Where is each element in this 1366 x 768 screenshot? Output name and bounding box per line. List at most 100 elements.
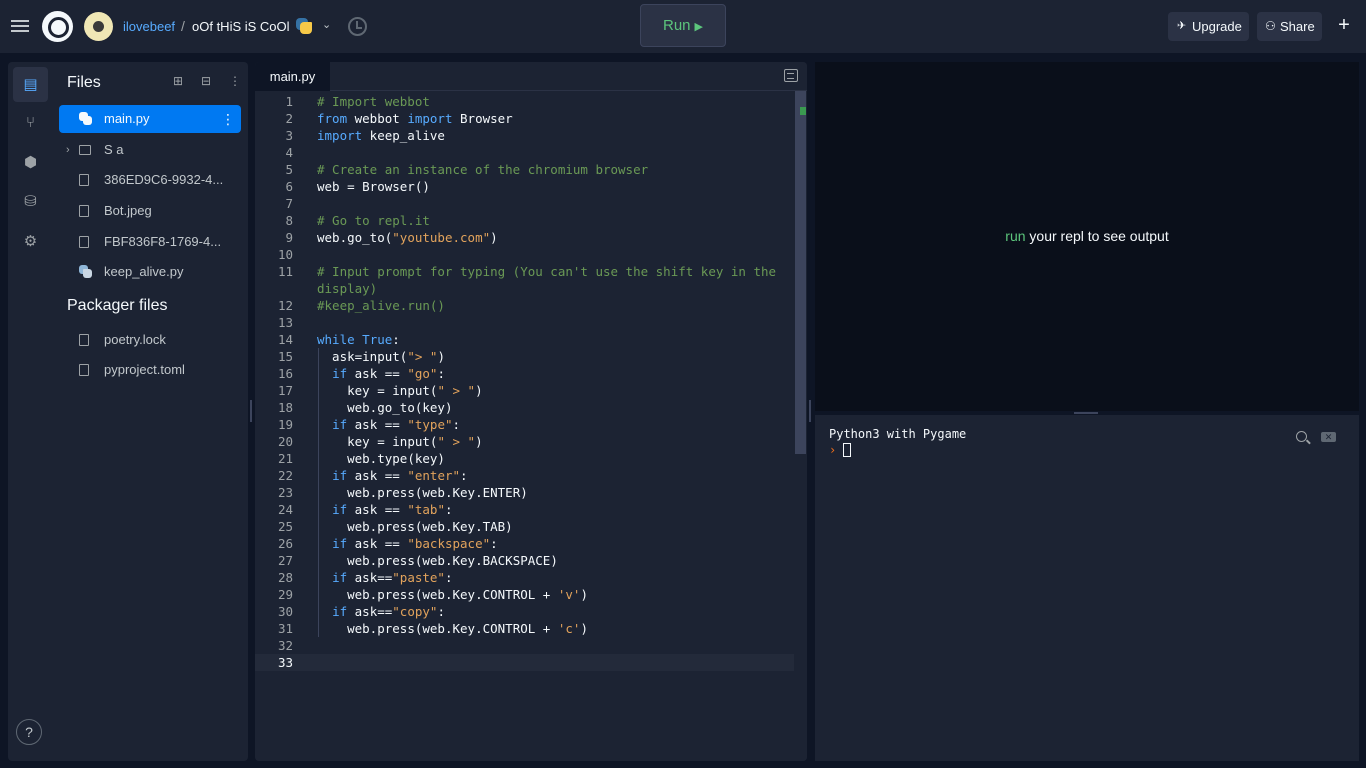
code-text: web = Browser() bbox=[317, 179, 430, 194]
more-options-icon[interactable]: ⋮ bbox=[229, 74, 241, 88]
line-number: 33 bbox=[277, 655, 293, 670]
change-marker bbox=[800, 107, 806, 115]
code-text: web.press(web.Key.ENTER) bbox=[317, 485, 528, 500]
line-number: 1 bbox=[285, 94, 293, 109]
code-line[interactable]: 12 #keep_alive.run() bbox=[255, 297, 795, 314]
code-line[interactable]: 17 key = input(" > ") bbox=[255, 382, 795, 399]
code-line[interactable]: 33 bbox=[255, 654, 795, 671]
code-line[interactable]: 13 bbox=[255, 314, 795, 331]
sidebar-resize-handle[interactable] bbox=[250, 400, 252, 422]
user-avatar[interactable] bbox=[84, 12, 113, 41]
rocket-icon: ✈ bbox=[1177, 20, 1187, 32]
line-number: 21 bbox=[277, 451, 293, 466]
packager-file-item[interactable]: poetry.lock bbox=[59, 326, 241, 354]
clear-console-icon[interactable]: ✕ bbox=[1321, 432, 1336, 442]
code-line[interactable]: 8 # Go to repl.it bbox=[255, 212, 795, 229]
code-line[interactable]: 5 # Create an instance of the chromium br… bbox=[255, 161, 795, 178]
code-area[interactable]: 1 # Import webbot 2 from webbot import Brow… bbox=[255, 91, 807, 761]
code-line[interactable]: 4 bbox=[255, 144, 795, 161]
file-name: poetry.lock bbox=[104, 332, 166, 347]
new-file-icon[interactable]: ⊞ bbox=[173, 74, 183, 88]
code-line[interactable]: 3 import keep_alive bbox=[255, 127, 795, 144]
file-tree-item[interactable]: keep_alive.py bbox=[59, 258, 241, 286]
code-line[interactable]: display) bbox=[255, 280, 795, 297]
new-folder-icon[interactable]: ⊟ bbox=[201, 74, 211, 88]
code-line[interactable]: 16 if ask == "go": bbox=[255, 365, 795, 382]
code-line[interactable]: 26 if ask == "backspace": bbox=[255, 535, 795, 552]
code-line[interactable]: 22 if ask == "enter": bbox=[255, 467, 795, 484]
code-line[interactable]: 29 web.press(web.Key.CONTROL + 'v') bbox=[255, 586, 795, 603]
code-line[interactable]: 30 if ask=="copy": bbox=[255, 603, 795, 620]
search-icon[interactable] bbox=[1296, 431, 1307, 442]
code-line[interactable]: 24 if ask == "tab": bbox=[255, 501, 795, 518]
code-text: # Go to repl.it bbox=[317, 213, 430, 228]
console-cursor bbox=[843, 443, 851, 457]
code-line[interactable]: 11 # Input prompt for typing (You can't u… bbox=[255, 263, 795, 280]
code-line[interactable]: 21 web.type(key) bbox=[255, 450, 795, 467]
line-number: 26 bbox=[277, 536, 293, 551]
output-pane: run your repl to see output bbox=[815, 62, 1359, 411]
line-number: 9 bbox=[285, 230, 293, 245]
code-line[interactable]: 7 bbox=[255, 195, 795, 212]
code-text: while True: bbox=[317, 332, 400, 347]
database-icon[interactable]: ⛁ bbox=[13, 184, 48, 219]
line-number: 3 bbox=[285, 128, 293, 143]
file-tree-item[interactable]: main.py ⋮ bbox=[59, 105, 241, 133]
code-line[interactable]: 27 web.press(web.Key.BACKSPACE) bbox=[255, 552, 795, 569]
output-resize-handle[interactable] bbox=[1074, 412, 1098, 414]
editor-resize-handle[interactable] bbox=[809, 400, 811, 422]
code-line[interactable]: 32 bbox=[255, 637, 795, 654]
file-tree-item[interactable]: 386ED9C6-9932-4... bbox=[59, 166, 241, 194]
help-button[interactable]: ? bbox=[16, 719, 42, 745]
code-line[interactable]: 31 web.press(web.Key.CONTROL + 'c') bbox=[255, 620, 795, 637]
repl-title[interactable]: oOf tHiS iS CoOl bbox=[192, 19, 290, 34]
file-name: S a bbox=[104, 142, 124, 157]
chevron-right-icon[interactable]: › bbox=[66, 136, 70, 164]
replit-logo[interactable] bbox=[42, 11, 73, 42]
code-line[interactable]: 15 ask=input("> ") bbox=[255, 348, 795, 365]
run-button[interactable]: Run ▶ bbox=[640, 4, 726, 47]
code-line[interactable]: 18 web.go_to(key) bbox=[255, 399, 795, 416]
code-line[interactable]: 14 while True: bbox=[255, 331, 795, 348]
upgrade-button[interactable]: ✈ Upgrade bbox=[1168, 12, 1249, 41]
chevron-down-icon[interactable]: ⌄ bbox=[322, 18, 331, 31]
code-line[interactable]: 28 if ask=="paste": bbox=[255, 569, 795, 586]
console-pane[interactable]: Python3 with Pygame › ✕ bbox=[815, 415, 1359, 761]
line-number: 22 bbox=[277, 468, 293, 483]
code-line[interactable]: 23 web.press(web.Key.ENTER) bbox=[255, 484, 795, 501]
tab-main-py[interactable]: main.py bbox=[255, 62, 330, 91]
indent-guide bbox=[318, 348, 319, 637]
file-tree-item[interactable]: FBF836F8-1769-4... bbox=[59, 228, 241, 256]
packager-file-item[interactable]: pyproject.toml bbox=[59, 356, 241, 384]
file-options-icon[interactable]: ⋮ bbox=[221, 105, 235, 133]
code-line[interactable]: 1 # Import webbot bbox=[255, 93, 795, 110]
share-button[interactable]: ⚇ Share bbox=[1257, 12, 1322, 41]
file-tree-item[interactable]: › S a bbox=[59, 136, 241, 164]
run-link[interactable]: run bbox=[1005, 228, 1025, 244]
editor-scroll-thumb[interactable] bbox=[795, 91, 806, 454]
code-text: web.press(web.Key.BACKSPACE) bbox=[317, 553, 558, 568]
folder-icon bbox=[79, 145, 91, 155]
packages-icon[interactable]: ⬢ bbox=[13, 145, 48, 180]
run-label: Run bbox=[663, 17, 691, 34]
version-control-icon[interactable]: ⑂ bbox=[13, 105, 48, 140]
settings-icon[interactable]: ⚙ bbox=[13, 224, 48, 259]
files-icon[interactable]: ▤ bbox=[13, 67, 48, 102]
file-tree-item[interactable]: Bot.jpeg bbox=[59, 197, 241, 225]
code-line[interactable]: 9 web.go_to("youtube.com") bbox=[255, 229, 795, 246]
code-text: if ask=="copy": bbox=[332, 604, 445, 619]
username-link[interactable]: ilovebeef bbox=[123, 19, 175, 34]
line-number: 31 bbox=[277, 621, 293, 636]
code-line[interactable]: 20 key = input(" > ") bbox=[255, 433, 795, 450]
code-line[interactable]: 25 web.press(web.Key.TAB) bbox=[255, 518, 795, 535]
line-number: 16 bbox=[277, 366, 293, 381]
editor-menu-icon[interactable] bbox=[784, 69, 798, 82]
history-icon[interactable] bbox=[348, 17, 367, 36]
code-line[interactable]: 10 bbox=[255, 246, 795, 263]
code-line[interactable]: 2 from webbot import Browser bbox=[255, 110, 795, 127]
code-line[interactable]: 6 web = Browser() bbox=[255, 178, 795, 195]
code-line[interactable]: 19 if ask == "type": bbox=[255, 416, 795, 433]
python-icon bbox=[79, 112, 92, 125]
new-repl-button[interactable]: + bbox=[1332, 12, 1356, 41]
menu-icon[interactable] bbox=[11, 17, 31, 37]
